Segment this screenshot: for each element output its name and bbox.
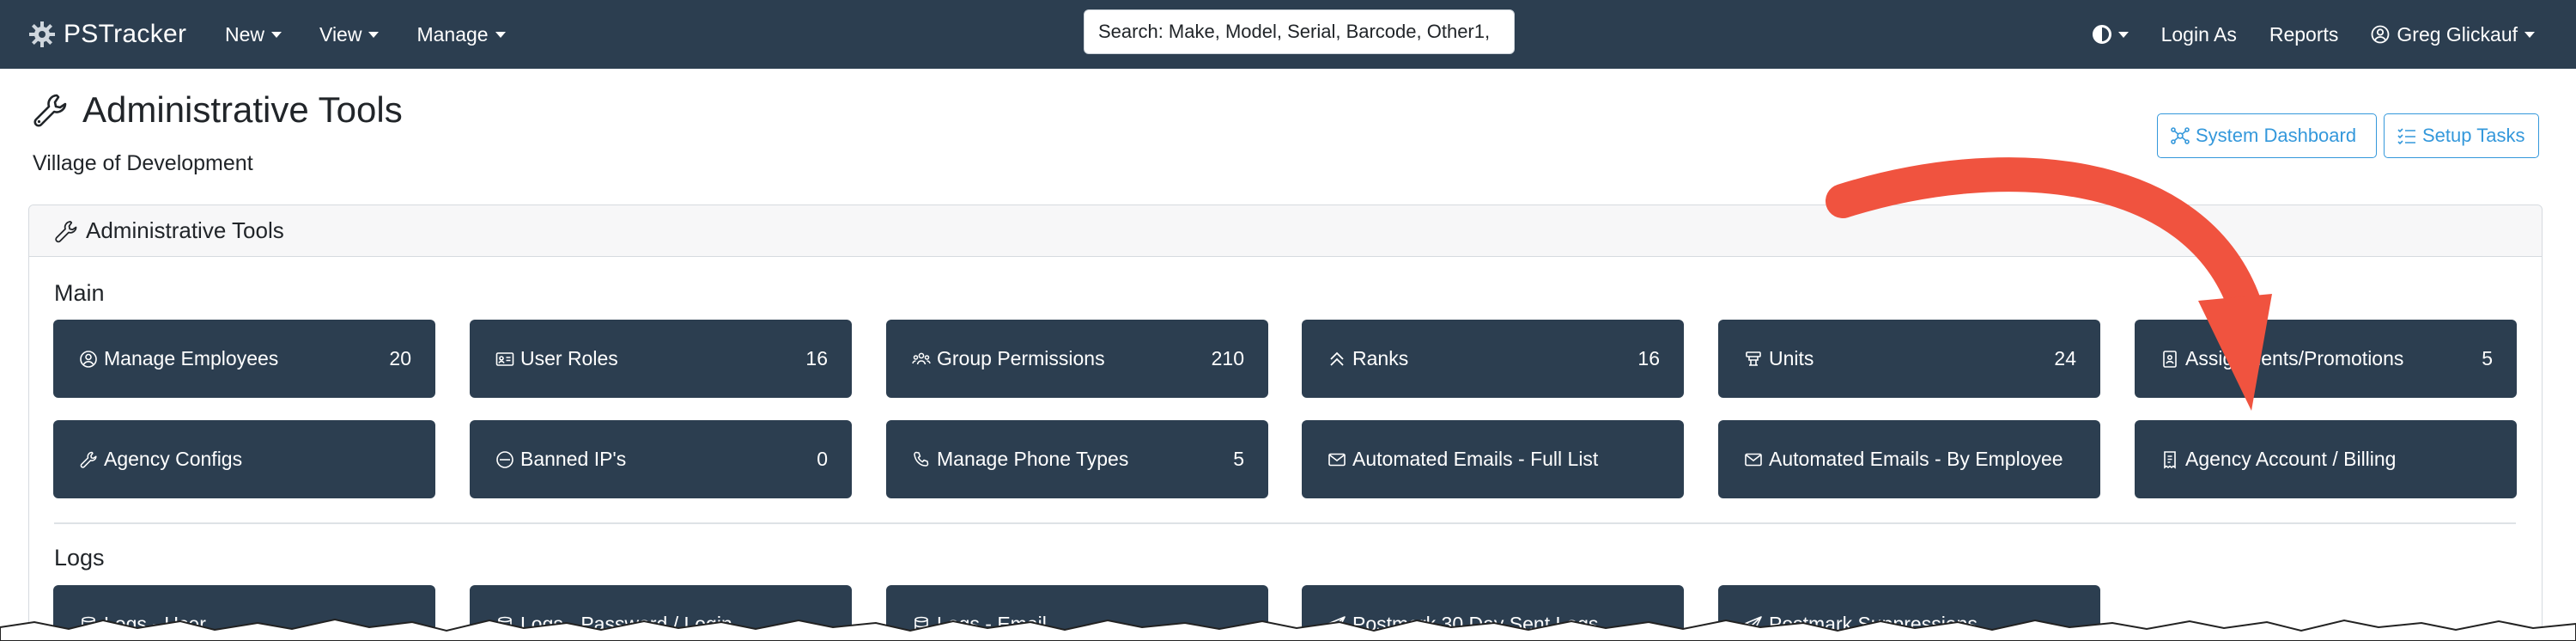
chevron-down-icon — [2524, 31, 2535, 38]
tile-group-permissions[interactable]: Group Permissions 210 — [886, 320, 1268, 398]
tile-label: User Roles — [520, 347, 618, 369]
tile-user-roles[interactable]: User Roles 16 — [470, 320, 852, 398]
network-icon — [2171, 127, 2190, 144]
chevron-down-icon — [2117, 31, 2129, 38]
reports-link[interactable]: Reports — [2269, 23, 2339, 46]
tile-count: 20 — [389, 347, 411, 369]
contrast-icon — [2092, 25, 2111, 44]
tile-label: Group Permissions — [937, 347, 1105, 369]
card-title: Administrative Tools — [86, 217, 284, 243]
tile-agency-account-billing[interactable]: Agency Account / Billing — [2135, 420, 2517, 498]
brand-name: PSTracker — [64, 20, 187, 48]
ban-icon — [496, 450, 513, 468]
main-menu: New View Manage — [225, 15, 544, 53]
tile-label: Assignments/Promotions — [2185, 347, 2404, 369]
login-as-link[interactable]: Login As — [2161, 23, 2237, 46]
tile-units[interactable]: Units 24 — [1718, 320, 2100, 398]
menu-manage[interactable]: Manage — [416, 22, 506, 46]
chevron-down-icon — [368, 31, 380, 38]
tile-assignments-promotions[interactable]: Assignments/Promotions 5 — [2135, 320, 2517, 398]
user-circle-icon — [80, 350, 97, 368]
system-dashboard-label: System Dashboard — [2196, 125, 2357, 146]
tile-count: 16 — [805, 347, 828, 369]
tile-label: Agency Account / Billing — [2185, 448, 2397, 470]
tile-count: 0 — [817, 448, 828, 470]
gear-logo-icon — [29, 21, 55, 47]
setup-tasks-label: Setup Tasks — [2422, 125, 2525, 146]
tile-count: 5 — [1233, 448, 1244, 470]
navbar-right: Login As Reports Greg Glickauf — [2092, 15, 2535, 53]
user-name: Greg Glickauf — [2397, 22, 2518, 46]
page-title: Administrative Tools — [82, 89, 403, 130]
torn-edge-divider — [0, 618, 2576, 641]
tile-label: Manage Phone Types — [937, 448, 1129, 470]
theme-toggle[interactable] — [2092, 25, 2129, 44]
section-title-main: Main — [54, 280, 105, 306]
receipt-icon — [2164, 450, 2176, 469]
search-input[interactable] — [1084, 9, 1515, 54]
user-menu[interactable]: Greg Glickauf — [2371, 23, 2535, 46]
chevron-down-icon — [495, 31, 506, 38]
top-navbar: PSTracker New View Manage Login As Repor… — [0, 0, 2576, 69]
tile-count: 210 — [1211, 347, 1244, 369]
menu-manage-label: Manage — [416, 22, 489, 46]
page-subtitle: Village of Development — [33, 151, 253, 175]
wrench-icon — [55, 220, 77, 242]
page-title-wrap: Administrative Tools — [31, 89, 403, 131]
tile-manage-employees[interactable]: Manage Employees 20 — [53, 320, 435, 398]
menu-view[interactable]: View — [319, 22, 380, 46]
tile-count: 24 — [2054, 347, 2076, 369]
people-icon — [912, 352, 931, 364]
wrench-icon — [33, 94, 67, 127]
badge-icon — [2163, 350, 2177, 368]
tile-label: Banned IP's — [520, 448, 627, 470]
chevron-down-icon — [271, 31, 283, 38]
tile-automated-emails-by-employee[interactable]: Automated Emails - By Employee — [1718, 420, 2100, 498]
section-title-logs: Logs — [54, 545, 105, 571]
tile-banned-ips[interactable]: Banned IP's 0 — [470, 420, 852, 498]
wrench-icon — [80, 451, 97, 468]
tile-label: Units — [1769, 347, 1814, 369]
envelope-icon — [1328, 453, 1346, 466]
system-dashboard-button[interactable]: System Dashboard — [2157, 113, 2377, 158]
tile-label: Automated Emails - Full List — [1352, 448, 1599, 470]
tile-agency-configs[interactable]: Agency Configs — [53, 420, 435, 498]
setup-tasks-button[interactable]: Setup Tasks — [2384, 113, 2539, 158]
tile-label: Agency Configs — [104, 448, 243, 470]
tile-label: Ranks — [1352, 347, 1409, 369]
id-card-icon — [495, 351, 514, 366]
menu-new-label: New — [225, 22, 265, 46]
tile-automated-emails-full-list[interactable]: Automated Emails - Full List — [1302, 420, 1684, 498]
tile-count: 16 — [1637, 347, 1660, 369]
tile-ranks[interactable]: Ranks 16 — [1302, 320, 1684, 398]
phone-icon — [914, 451, 929, 467]
envelope-icon — [1745, 453, 1762, 466]
section-divider — [54, 522, 2516, 524]
menu-view-label: View — [319, 22, 362, 46]
tile-label: Manage Employees — [104, 347, 279, 369]
chevrons-up-icon — [1330, 351, 1344, 366]
checklist-icon — [2397, 128, 2415, 145]
user-circle-icon — [2371, 25, 2390, 44]
units-icon — [1746, 351, 1761, 366]
tile-label: Automated Emails - By Employee — [1769, 448, 2063, 470]
tile-manage-phone-types[interactable]: Manage Phone Types 5 — [886, 420, 1268, 498]
brand[interactable]: PSTracker — [27, 14, 186, 55]
tile-count: 5 — [2482, 347, 2493, 369]
menu-new[interactable]: New — [225, 22, 283, 46]
card-header: Administrative Tools — [29, 205, 2542, 257]
